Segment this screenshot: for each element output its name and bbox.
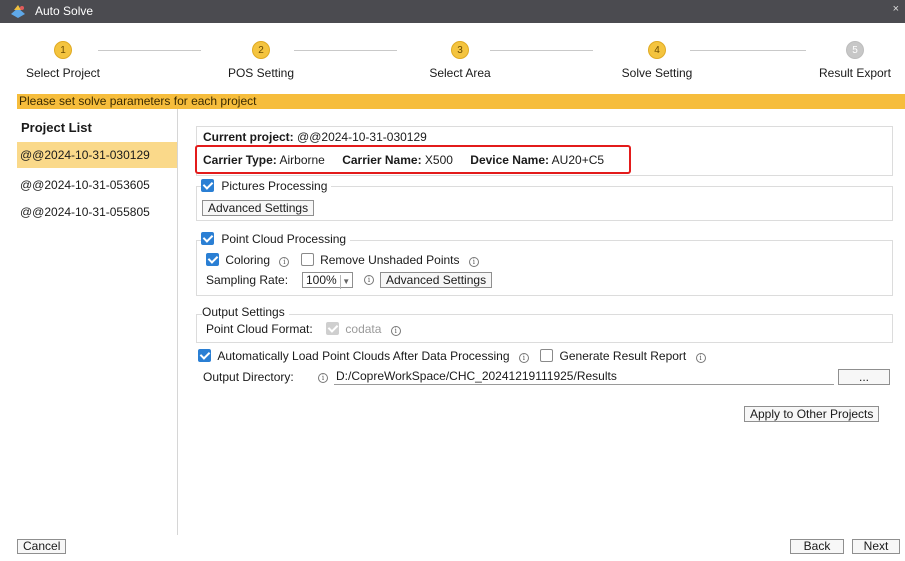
sampling-rate-value: 100% (306, 273, 337, 287)
codata-checkbox (326, 322, 340, 335)
title-bar: Auto Solve × (0, 0, 905, 23)
step-connector (690, 50, 806, 51)
app-icon (11, 5, 25, 18)
generate-report-label: Generate Result Report (559, 349, 687, 363)
project-item[interactable]: @@2024-10-31-030129 (17, 142, 177, 168)
point-cloud-processing-group (196, 240, 893, 296)
next-button[interactable]: Next (852, 539, 900, 554)
instruction-banner: Please set solve parameters for each pro… (17, 94, 905, 109)
step-number: 5 (846, 41, 864, 59)
current-project-line: Current project: @@2024-10-31-030129 (203, 130, 427, 144)
point-cloud-advanced-settings-button[interactable]: Advanced Settings (380, 272, 493, 288)
cancel-button[interactable]: Cancel (17, 539, 67, 554)
point-cloud-processing-checkbox[interactable] (201, 232, 214, 245)
current-project-value: @@2024-10-31-030129 (297, 130, 427, 144)
close-icon[interactable]: × (893, 3, 899, 15)
current-project-label: Current project: (203, 130, 294, 144)
output-directory-label: Output Directory: (203, 370, 294, 384)
remove-unshaded-label: Remove Unshaded Points (320, 253, 460, 267)
step-label: Result Export (818, 66, 892, 80)
step-connector (98, 50, 201, 51)
pictures-advanced-settings-button[interactable]: Advanced Settings (202, 200, 315, 216)
point-cloud-processing-legend: Point Cloud Processing (201, 232, 351, 246)
info-icon[interactable]: i (468, 257, 479, 267)
codata-label: codata (345, 322, 382, 336)
generate-report-checkbox[interactable] (540, 349, 554, 362)
sampling-rate-label: Sampling Rate: (206, 273, 289, 287)
dropdown-arrow-icon: ▼ (339, 275, 352, 289)
window-title: Auto Solve (35, 4, 94, 18)
output-settings-legend: Output Settings (202, 305, 289, 319)
apply-to-other-projects-button[interactable]: Apply to Other Projects (744, 406, 880, 422)
point-cloud-processing-label: Point Cloud Processing (221, 232, 347, 246)
info-icon[interactable]: i (318, 373, 328, 383)
pictures-processing-legend: Pictures Processing (201, 179, 332, 193)
point-cloud-format-label: Point Cloud Format: (206, 322, 313, 336)
step-number: 1 (54, 41, 72, 59)
info-icon[interactable]: i (364, 275, 374, 285)
step-connector (294, 50, 397, 51)
step-result-export: 5 Result Export (812, 41, 898, 80)
info-icon[interactable]: i (518, 353, 529, 363)
project-list-panel: Project List @@2024-10-31-030129 @@2024-… (17, 109, 178, 535)
coloring-label: Coloring (225, 253, 271, 267)
back-button[interactable]: Back (790, 539, 844, 554)
auto-load-label: Automatically Load Point Clouds After Da… (217, 349, 510, 363)
project-item[interactable]: @@2024-10-31-055805 (17, 199, 177, 225)
info-icon[interactable]: i (279, 257, 290, 267)
step-number: 2 (252, 41, 270, 59)
info-icon[interactable]: i (390, 326, 401, 336)
point-cloud-format-row: Point Cloud Format: codata i (206, 322, 401, 336)
step-label: Select Project (25, 66, 101, 80)
step-solve-setting: 4 Solve Setting (610, 41, 704, 80)
info-icon[interactable]: i (695, 353, 706, 363)
step-pos-setting: 2 POS Setting (218, 41, 304, 80)
step-label: Solve Setting (621, 66, 693, 80)
auto-load-checkbox[interactable] (198, 349, 211, 362)
coloring-checkbox[interactable] (206, 253, 219, 266)
project-item[interactable]: @@2024-10-31-053605 (17, 172, 177, 198)
step-label: Select Area (429, 66, 491, 80)
step-select-area: 3 Select Area (420, 41, 500, 80)
auto-load-row: Automatically Load Point Clouds After Da… (198, 349, 706, 363)
output-directory-input[interactable]: D:/CopreWorkSpace/CHC_20241219111925/Res… (334, 368, 834, 385)
step-label: POS Setting (227, 66, 295, 80)
step-number: 4 (648, 41, 666, 59)
project-list-heading: Project List (21, 120, 92, 135)
highlight-box (195, 145, 631, 174)
wizard-stepper: 1 Select Project 2 POS Setting 3 Select … (0, 23, 905, 90)
pictures-processing-label: Pictures Processing (221, 179, 328, 193)
sampling-rate-select[interactable]: 100% ▼ (302, 272, 353, 289)
coloring-row: Coloring i Remove Unshaded Points i (206, 253, 479, 267)
pictures-processing-checkbox[interactable] (201, 179, 214, 192)
remove-unshaded-checkbox[interactable] (300, 253, 314, 266)
step-number: 3 (451, 41, 469, 59)
step-select-project: 1 Select Project (22, 41, 104, 80)
browse-button[interactable]: ... (838, 369, 890, 385)
step-connector (490, 50, 593, 51)
